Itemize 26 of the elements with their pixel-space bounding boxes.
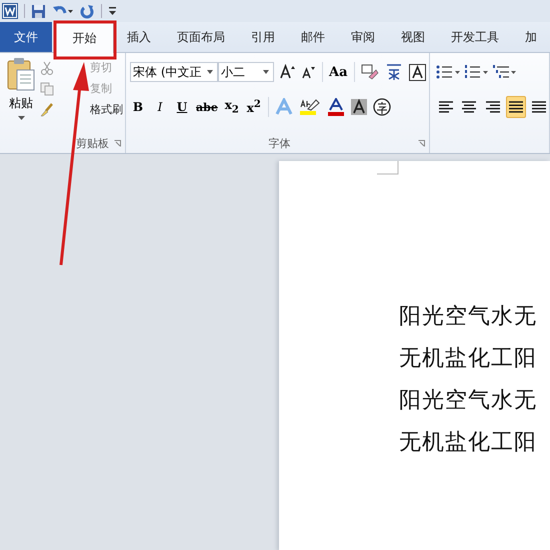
ribbon-tab[interactable]: 视图 (388, 22, 438, 52)
document-text-line: 阳光空气水无 (399, 387, 538, 415)
paste-button[interactable]: 粘贴 (0, 57, 40, 133)
font-size-dropdown[interactable]: 小二 (218, 62, 274, 82)
document-text-line: 阳光空气水无 (399, 303, 538, 331)
clipboard-command[interactable]: 格式刷 (40, 102, 123, 117)
font-name-dropdown[interactable]: 宋体 (中文正 (130, 62, 218, 82)
ribbon-tab[interactable]: 审阅 (338, 22, 388, 52)
ribbon-tab[interactable]: 开发工具 (438, 22, 512, 52)
ribbon-tab[interactable]: 页面布局 (164, 22, 238, 52)
ribbon-tab[interactable]: 文件 (0, 22, 52, 52)
format-button[interactable]: abe (196, 100, 218, 114)
format-button[interactable]: x$_{2}$ (224, 98, 240, 116)
group-label: 字体 (268, 136, 290, 150)
group-label: 剪贴板 (76, 136, 109, 150)
format-button[interactable]: B (130, 100, 146, 114)
format-button[interactable]: U (174, 100, 190, 114)
document-text-line: 无机盐化工阳 (399, 429, 538, 457)
change-case-button[interactable]: Aa (329, 64, 348, 80)
format-button[interactable]: x$^{2}$ (246, 99, 262, 115)
ribbon-tab[interactable]: 加 (512, 22, 550, 52)
ribbon-tab[interactable]: 引用 (238, 22, 288, 52)
ribbon-tab[interactable]: 插入 (114, 22, 164, 52)
format-button[interactable]: I (152, 100, 168, 114)
ribbon-tab[interactable]: 邮件 (288, 22, 338, 52)
document-text-line: 无机盐化工阳 (399, 345, 538, 373)
